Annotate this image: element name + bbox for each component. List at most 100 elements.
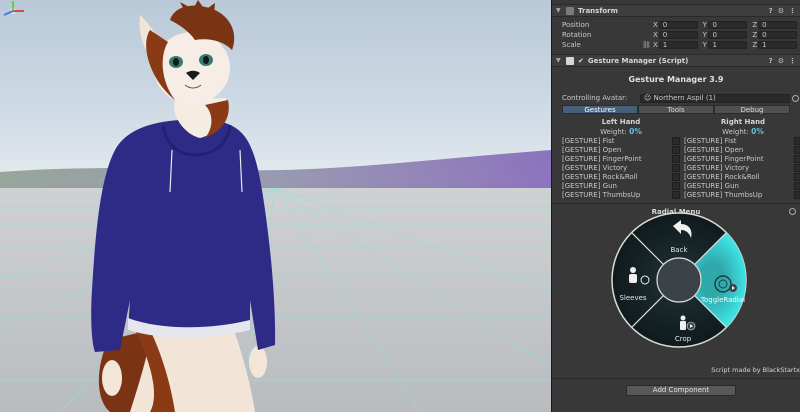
- tab-tools[interactable]: Tools: [638, 105, 714, 114]
- gesture-row: [GESTURE] Rock&Roll: [684, 172, 800, 181]
- gesture-row: [GESTURE] FingerPoint: [562, 154, 680, 163]
- gesture-label: [GESTURE] FingerPoint: [684, 154, 764, 163]
- gesture-row: [GESTURE] Rock&Roll: [562, 172, 680, 181]
- right-gesture-checkbox[interactable]: [794, 181, 800, 190]
- transform-header[interactable]: ▼ Transform ? ⚙ ⋮: [552, 4, 800, 17]
- position-y-field[interactable]: 0: [708, 21, 748, 29]
- left-gesture-checkbox[interactable]: [672, 154, 680, 163]
- radial-item-toggle[interactable]: ToggleRadial: [700, 296, 745, 304]
- presets-icon[interactable]: ⚙: [778, 7, 784, 15]
- scene-render: [0, 0, 551, 412]
- gesture-label: [GESTURE] Gun: [684, 181, 739, 190]
- axis-x-label: X: [653, 31, 658, 39]
- radial-options-icon[interactable]: [789, 208, 796, 215]
- rotation-z-field[interactable]: 0: [758, 31, 797, 39]
- help-icon[interactable]: ?: [769, 7, 773, 15]
- transform-title: Transform: [578, 6, 618, 15]
- position-x-field[interactable]: 0: [658, 21, 698, 29]
- link-icon[interactable]: ⛓: [642, 41, 651, 49]
- enabled-checkbox-icon[interactable]: ✔: [578, 57, 584, 65]
- rotation-x-field[interactable]: 0: [658, 31, 698, 39]
- gesture-row: [GESTURE] Victory: [562, 163, 680, 172]
- position-label: Position: [562, 21, 590, 29]
- right-gesture-checkbox[interactable]: [794, 145, 800, 154]
- script-icon: [566, 56, 574, 65]
- gesture-row: [GESTURE] Open: [562, 145, 680, 154]
- right-hand-title: Right Hand: [720, 118, 766, 126]
- scale-y-field[interactable]: 1: [708, 41, 748, 49]
- radial-item-back[interactable]: Back: [671, 246, 689, 254]
- left-hand-title: Left Hand: [601, 118, 641, 126]
- avatar-field[interactable]: ☺ Northern Aspil (1): [640, 93, 790, 103]
- more-icon[interactable]: ⋮: [789, 7, 796, 15]
- position-z-field[interactable]: 0: [758, 21, 797, 29]
- gesture-label: [GESTURE] Open: [562, 145, 622, 154]
- presets-icon[interactable]: ⚙: [778, 57, 784, 65]
- radial-center[interactable]: [656, 257, 702, 303]
- right-weight-label: Weight:: [722, 128, 749, 136]
- left-gesture-checkbox[interactable]: [672, 145, 680, 154]
- gesture-row: [GESTURE] Fist: [684, 136, 800, 145]
- right-gesture-checkbox[interactable]: [794, 154, 800, 163]
- left-gesture-list: [GESTURE] Fist [GESTURE] Open [GESTURE] Fi…: [562, 136, 680, 199]
- tab-debug[interactable]: Debug: [714, 105, 790, 114]
- left-gesture-checkbox[interactable]: [672, 163, 680, 172]
- right-gesture-checkbox[interactable]: [794, 163, 800, 172]
- divider: [552, 203, 800, 204]
- gesture-row: [GESTURE] FingerPoint: [684, 154, 800, 163]
- left-gesture-checkbox[interactable]: [672, 172, 680, 181]
- gesture-row: [GESTURE] Gun: [684, 181, 800, 190]
- left-weight: Weight: 0%: [562, 127, 680, 136]
- left-hand-column: Left Hand Weight: 0% [GESTURE] Fist [GEST…: [562, 118, 680, 199]
- scene-gizmo-icon[interactable]: [0, 0, 26, 22]
- credit-text: Script made by BlackStartx: [711, 366, 800, 374]
- gesture-row: [GESTURE] ThumbsUp: [562, 190, 680, 199]
- axis-x-label: X: [653, 41, 658, 49]
- radial-item-sleeves[interactable]: Sleeves: [619, 294, 646, 302]
- controlling-avatar-row: Controlling Avatar: ☺ Northern Aspil (1): [552, 93, 800, 103]
- avatar-name: Northern Aspil (1): [653, 93, 716, 102]
- gesture-row: [GESTURE] Gun: [562, 181, 680, 190]
- left-gesture-checkbox[interactable]: [672, 190, 680, 199]
- gesture-label: [GESTURE] Victory: [562, 163, 628, 172]
- avatar-icon: ☺: [644, 93, 652, 102]
- right-gesture-checkbox[interactable]: [794, 190, 800, 199]
- gesture-label: [GESTURE] Rock&Roll: [684, 172, 760, 181]
- scale-label: Scale: [562, 41, 581, 49]
- gesture-label: [GESTURE] FingerPoint: [562, 154, 642, 163]
- gesture-label: [GESTURE] Open: [684, 145, 744, 154]
- axis-x-label: X: [653, 21, 658, 29]
- left-gesture-checkbox[interactable]: [672, 181, 680, 190]
- gesture-label: [GESTURE] ThumbsUp: [684, 190, 763, 199]
- help-icon[interactable]: ?: [769, 57, 773, 65]
- transform-position-row: Position X 0 Y 0 Z 0: [552, 20, 800, 30]
- add-component-button[interactable]: Add Component: [626, 385, 736, 396]
- transform-rotation-row: Rotation X 0 Y 0 Z 0: [552, 30, 800, 40]
- foldout-arrow-icon[interactable]: ▼: [556, 7, 562, 14]
- gesture-label: [GESTURE] Victory: [684, 163, 750, 172]
- tab-gestures[interactable]: Gestures: [562, 105, 638, 114]
- radial-menu: Back Sleeves ToggleRadial Crop: [611, 212, 747, 348]
- right-gesture-checkbox[interactable]: [794, 136, 800, 145]
- gesture-row: [GESTURE] Victory: [684, 163, 800, 172]
- rotation-label: Rotation: [562, 31, 592, 39]
- gesture-manager-tabs: Gestures Tools Debug: [562, 105, 790, 114]
- gesture-label: [GESTURE] Rock&Roll: [562, 172, 638, 181]
- gesture-manager-header[interactable]: ▼ ✔ Gesture Manager (Script) ? ⚙ ⋮: [552, 54, 800, 67]
- left-gesture-checkbox[interactable]: [672, 136, 680, 145]
- foldout-arrow-icon[interactable]: ▼: [556, 57, 562, 64]
- radial-item-crop[interactable]: Crop: [675, 335, 692, 343]
- scale-x-field[interactable]: 1: [658, 41, 698, 49]
- right-gesture-list: [GESTURE] Fist [GESTURE] Open [GESTURE] Fi…: [684, 136, 800, 199]
- scene-view[interactable]: [0, 0, 551, 412]
- right-weight: Weight: 0%: [684, 127, 800, 136]
- gesture-label: [GESTURE] Fist: [684, 136, 737, 145]
- right-gesture-checkbox[interactable]: [794, 172, 800, 181]
- divider: [552, 378, 800, 379]
- transform-scale-row: Scale ⛓ X 1 Y 1 Z 1: [552, 40, 800, 50]
- scale-z-field[interactable]: 1: [758, 41, 797, 49]
- object-picker-icon[interactable]: [792, 94, 799, 102]
- gesture-label: [GESTURE] Fist: [562, 136, 615, 145]
- rotation-y-field[interactable]: 0: [708, 31, 748, 39]
- more-icon[interactable]: ⋮: [789, 57, 796, 65]
